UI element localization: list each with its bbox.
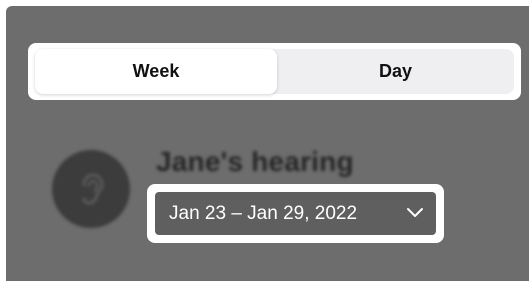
page-title: Jane's hearing [156, 146, 354, 177]
segment-day-label: Day [378, 61, 413, 81]
dimmed-background: Week Day Jane's hearing Jan 23 – Jan 29,… [6, 6, 529, 281]
segment-day[interactable]: Day [277, 49, 514, 94]
chevron-down-icon [407, 208, 423, 217]
ear-icon [82, 173, 104, 205]
date-range-label: Jan 23 – Jan 29, 2022 [169, 202, 358, 224]
range-segmented-control-highlight: Week Day [28, 43, 521, 100]
date-range-selector[interactable]: Jan 23 – Jan 29, 2022 [155, 192, 436, 235]
date-range-highlight: Jan 23 – Jan 29, 2022 [147, 184, 444, 243]
segment-week[interactable]: Week [35, 49, 277, 94]
segment-week-label: Week [132, 61, 180, 81]
avatar [52, 150, 130, 228]
range-segmented-control: Week Day [35, 49, 514, 94]
